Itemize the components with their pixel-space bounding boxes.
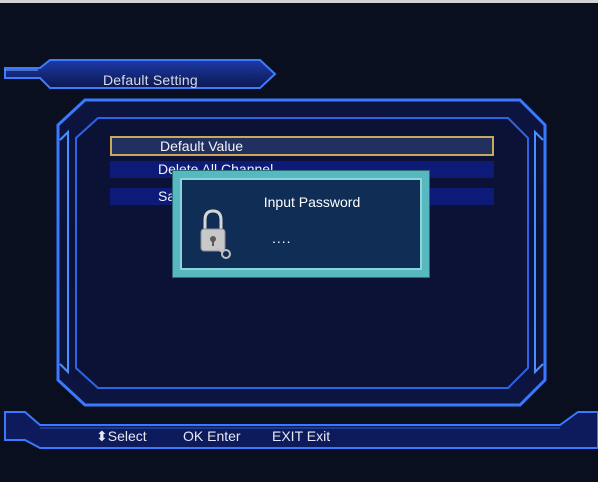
password-dialog: Input Password .... xyxy=(172,170,430,278)
footer-select-hint: ⬍Select xyxy=(96,428,147,445)
menu-item-label: Default Value xyxy=(160,138,244,154)
osd-screen: Default Setting Default Value Delete All… xyxy=(0,0,598,482)
lock-icon xyxy=(200,209,231,259)
password-input[interactable]: .... xyxy=(272,230,292,246)
up-down-arrows-icon: ⬍ xyxy=(96,428,108,444)
ok-key: OK xyxy=(183,428,204,444)
window-title: Default Setting xyxy=(103,72,198,88)
menu-item-default-value[interactable]: Default Value xyxy=(110,136,494,156)
password-dialog-body: Input Password .... xyxy=(180,178,422,270)
exit-key: EXIT xyxy=(272,428,303,444)
footer-exit-hint: EXIT Exit xyxy=(272,428,330,444)
select-label: Select xyxy=(107,428,147,444)
enter-label: Enter xyxy=(207,428,241,444)
exit-label: Exit xyxy=(306,428,331,444)
footer-ok-hint: OK Enter xyxy=(183,428,241,444)
